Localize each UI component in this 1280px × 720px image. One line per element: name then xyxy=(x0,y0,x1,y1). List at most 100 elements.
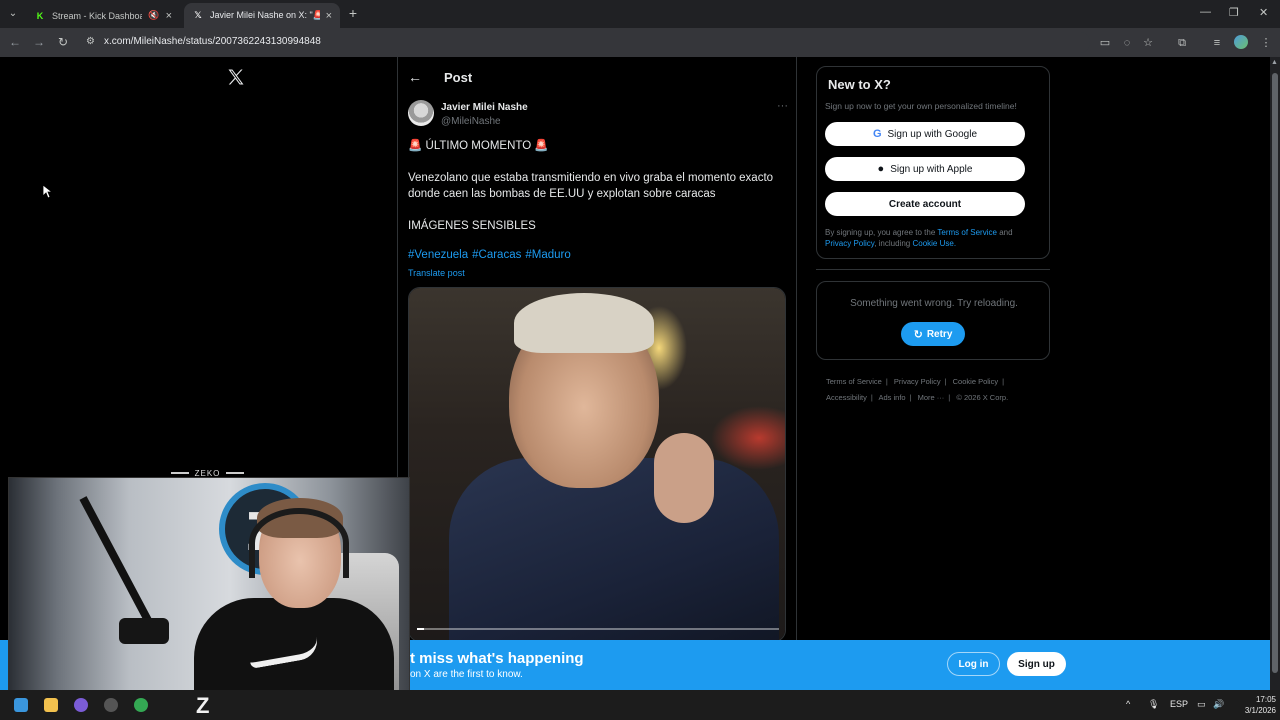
post-author: Javier Milei Nashe @MileiNashe ··· xyxy=(408,100,788,130)
button-label: Sign up with Google xyxy=(887,128,978,140)
new-to-x-subtitle: Sign up now to get your own personalized… xyxy=(825,101,1017,111)
video-person-jacket xyxy=(449,458,779,641)
scroll-up-icon[interactable]: ▲ xyxy=(1271,59,1278,66)
separator: | xyxy=(948,393,951,402)
bookmark-star-icon[interactable]: ☆ xyxy=(1141,36,1155,50)
kick-icon: K xyxy=(36,10,44,21)
chrome-icon[interactable] xyxy=(134,698,148,712)
close-window-icon[interactable]: ✕ xyxy=(1259,6,1268,19)
copyright: © 2026 X Corp. xyxy=(956,393,1009,402)
banner-title: t miss what's happening xyxy=(410,650,584,667)
reload-icon[interactable]: ↻ xyxy=(56,35,70,49)
hashtag-link[interactable]: #Caracas xyxy=(472,249,521,261)
app-icon[interactable] xyxy=(104,698,118,712)
address-bar[interactable]: ⚙ x.com/MileiNashe/status/20073622431309… xyxy=(80,32,1090,53)
new-to-x-card: New to X? Sign up now to get your own pe… xyxy=(816,66,1050,259)
zeko-z-logo: Z xyxy=(196,693,210,718)
post-text-headline: 🚨 ÚLTIMO MOMENTO 🚨 xyxy=(408,140,549,152)
microphone-icon[interactable]: 🎙 xyxy=(1148,699,1159,710)
avatar[interactable] xyxy=(408,100,434,126)
volume-icon[interactable]: 🔊 xyxy=(1213,699,1224,710)
apple-icon: ● xyxy=(877,163,885,175)
clock-date: 3/1/2026 xyxy=(1244,706,1276,715)
separator: | xyxy=(909,393,912,402)
install-app-icon[interactable]: ▭ xyxy=(1098,36,1112,50)
post-video[interactable] xyxy=(408,287,786,642)
eye-slash-icon[interactable]: ◌ xyxy=(1120,36,1134,50)
create-account-button[interactable]: Create account xyxy=(825,192,1025,216)
footer-link[interactable]: Accessibility xyxy=(826,393,867,402)
back-icon[interactable]: ← xyxy=(8,35,22,49)
privacy-link[interactable]: Privacy Policy xyxy=(825,239,874,248)
menu-dots-icon[interactable]: ⋮ xyxy=(1259,36,1273,50)
tab-x-post[interactable]: 𝕏 Javier Milei Nashe on X: "🚨 Ú × xyxy=(184,3,340,28)
minimize-icon[interactable]: — xyxy=(1200,6,1211,18)
tag-bar xyxy=(170,472,189,474)
footer-links: Terms of Service | Privacy Policy | Cookie… xyxy=(826,374,1046,406)
close-tab-icon[interactable]: × xyxy=(326,10,332,22)
new-tab-icon[interactable]: + xyxy=(345,5,361,21)
sign-up-button[interactable]: Sign up xyxy=(1007,652,1066,676)
network-icon[interactable]: ▭ xyxy=(1197,699,1206,710)
forward-icon[interactable]: → xyxy=(32,35,46,49)
start-icon[interactable] xyxy=(14,698,28,712)
tab-kick-dashboard[interactable]: K Stream - Kick Dashboard 🔇 × xyxy=(26,3,180,28)
mute-icon[interactable]: 🔇 xyxy=(148,10,159,21)
terms-link[interactable]: Terms of Service xyxy=(937,228,997,237)
error-message: Something went wrong. Try reloading. xyxy=(850,298,1018,309)
file-explorer-icon[interactable] xyxy=(44,698,58,712)
sign-up-google-button[interactable]: G Sign up with Google xyxy=(825,122,1025,146)
media-icon[interactable]: ≡ xyxy=(1210,36,1224,50)
tab-search-icon[interactable]: ⌄ xyxy=(4,5,22,23)
footer-link[interactable]: Privacy Policy xyxy=(894,377,941,386)
footer-link[interactable]: Ads info xyxy=(878,393,905,402)
language-indicator[interactable]: ESP xyxy=(1170,699,1188,709)
page-title: Post xyxy=(444,69,473,85)
new-to-x-title: New to X? xyxy=(828,77,891,92)
sign-up-apple-button[interactable]: ● Sign up with Apple xyxy=(825,157,1025,181)
retry-label: Retry xyxy=(926,328,953,340)
app-icon[interactable] xyxy=(74,698,88,712)
log-in-button[interactable]: Log in xyxy=(947,652,1000,676)
windows-taskbar: Z ^ 🎙 ESP ▭ 🔊 17:05 3/1/2026 xyxy=(0,690,1280,720)
footer-link[interactable]: Cookie Policy xyxy=(953,377,998,386)
profile-avatar-icon[interactable] xyxy=(1234,35,1248,49)
mouse-cursor-icon xyxy=(43,185,53,199)
separator: | xyxy=(1002,377,1005,386)
site-info-icon[interactable]: ⚙ xyxy=(86,36,95,47)
button-label: Sign up with Apple xyxy=(890,163,973,175)
x-logo-icon[interactable] xyxy=(226,67,246,87)
google-icon: G xyxy=(872,128,882,140)
author-handle[interactable]: @MileiNashe xyxy=(441,116,501,127)
error-card: Something went wrong. Try reloading. ↻ R… xyxy=(816,281,1050,360)
browser-toolbar: ← → ↻ ⚙ x.com/MileiNashe/status/20073622… xyxy=(0,28,1280,57)
tag-bar xyxy=(226,472,245,474)
restore-icon[interactable]: ❐ xyxy=(1229,6,1239,19)
more-options-icon[interactable]: ··· xyxy=(777,100,788,112)
extensions-icon[interactable]: ⧉ xyxy=(1175,36,1189,50)
hashtag-link[interactable]: #Venezuela xyxy=(408,249,468,261)
footer-link[interactable]: More ··· xyxy=(918,393,945,402)
video-person-hand xyxy=(654,433,714,523)
retry-button[interactable]: ↻ Retry xyxy=(901,322,965,346)
translate-post-link[interactable]: Translate post xyxy=(408,268,465,278)
footer-link[interactable]: Terms of Service xyxy=(826,377,882,386)
hashtag-link[interactable]: #Maduro xyxy=(525,249,570,261)
tab-bar: ⌄ K Stream - Kick Dashboard 🔇 × 𝕏 Javier… xyxy=(0,0,1280,28)
author-name[interactable]: Javier Milei Nashe xyxy=(441,102,528,113)
legal-prefix: By signing up, you agree to the xyxy=(825,228,936,237)
post-text-body: Venezolano que estaba transmitiendo en v… xyxy=(408,172,774,200)
tray-chevron-icon[interactable]: ^ xyxy=(1126,699,1130,709)
url-text: x.com/MileiNashe/status/2007362243130994… xyxy=(104,36,321,47)
system-clock[interactable]: 17:05 3/1/2026 xyxy=(1228,694,1276,716)
scroll-thumb[interactable] xyxy=(1272,73,1278,673)
video-progress-bar[interactable] xyxy=(417,628,779,630)
clock-time: 17:05 xyxy=(1255,695,1276,704)
close-tab-icon[interactable]: × xyxy=(166,10,172,22)
back-arrow-icon[interactable]: ← xyxy=(408,69,422,85)
separator: | xyxy=(885,377,888,386)
refresh-icon: ↻ xyxy=(913,328,923,341)
page-scrollbar[interactable]: ▲ xyxy=(1270,57,1280,690)
hashtag-list: #Venezuela #Caracas #Maduro xyxy=(408,249,575,261)
cookie-link[interactable]: Cookie Use. xyxy=(912,239,956,248)
